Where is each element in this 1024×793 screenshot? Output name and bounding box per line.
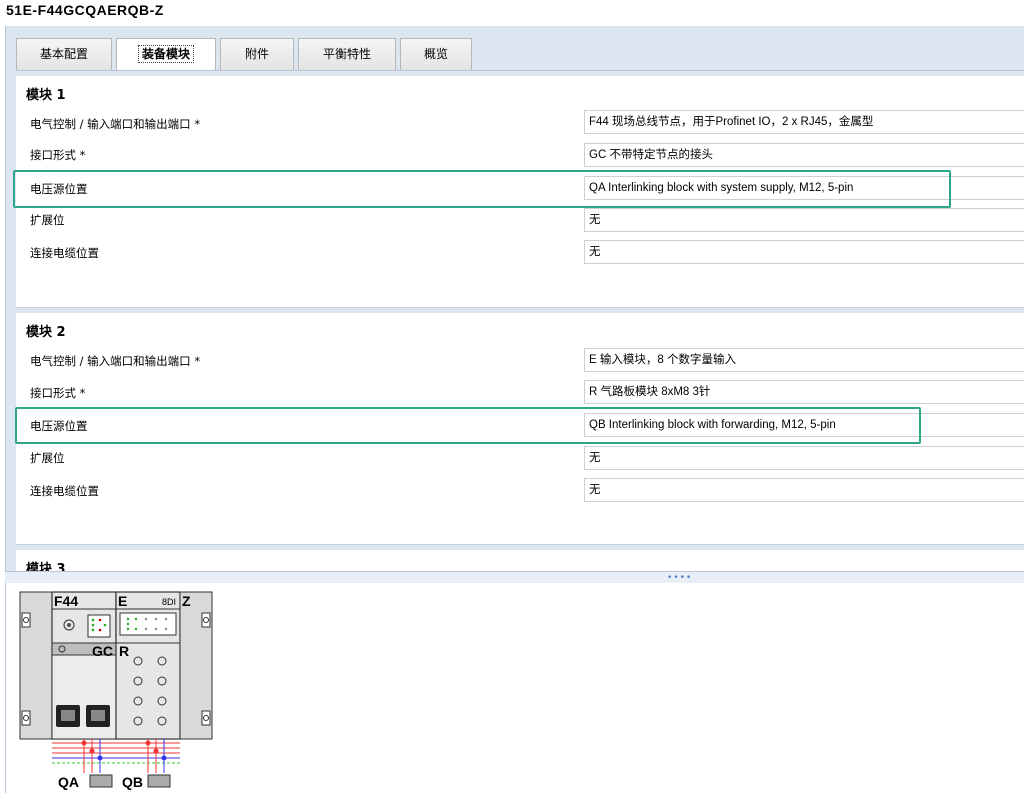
module-list[interactable]: 模块 1 电气控制 / 输入端口和输出端口 * F44 现场总线节点，用于Pro…: [16, 70, 1024, 571]
tab-basic-config[interactable]: 基本配置: [16, 38, 112, 70]
field-label-cable-position: 连接电缆位置: [30, 484, 99, 498]
module-title: 模块 3: [26, 562, 66, 571]
module-panel-2: 模块 2 电气控制 / 输入端口和输出端口 * E 输入模块，8 个数字量输入 …: [16, 313, 1024, 545]
module-label-gc: GC: [92, 643, 113, 659]
module-label-qa: QA: [58, 774, 79, 790]
field-value-extension[interactable]: 无: [584, 208, 1024, 232]
field-value-voltage-source[interactable]: QB Interlinking block with forwarding, M…: [584, 413, 1024, 437]
field-label-cable-position: 连接电缆位置: [30, 246, 99, 260]
device-preview: F44 E 8DI Z GC R QA QB: [5, 583, 1024, 793]
splitter-grip-icon[interactable]: ••••: [667, 574, 692, 583]
field-value-electrical-control[interactable]: E 输入模块，8 个数字量输入: [584, 348, 1024, 372]
module-label-qb: QB: [122, 774, 143, 790]
field-label-interface-type: 接口形式 *: [30, 148, 86, 162]
field-label-extension: 扩展位: [30, 451, 65, 465]
module-panel-3: 模块 3: [16, 550, 1024, 571]
tab-label: 附件: [244, 47, 269, 61]
field-value-cable-position[interactable]: 无: [584, 478, 1024, 502]
field-label-interface-type: 接口形式 *: [30, 386, 86, 400]
field-label-electrical-control: 电气控制 / 输入端口和输出端口 *: [30, 354, 201, 368]
configurator-window: 51E-F44GCQAERQB-Z 基本配置 装备模块 附件 平衡特性 概览 模…: [0, 0, 1024, 793]
module-panel-1: 模块 1 电气控制 / 输入端口和输出端口 * F44 现场总线节点，用于Pro…: [16, 76, 1024, 308]
field-label-voltage-source: 电压源位置: [30, 182, 88, 196]
tab-label: 装备模块: [137, 45, 194, 63]
tab-label: 基本配置: [39, 47, 88, 61]
tab-label: 平衡特性: [322, 47, 371, 61]
module-label-e-sub: 8DI: [162, 597, 177, 607]
field-value-voltage-source[interactable]: QA Interlinking block with system supply…: [584, 176, 1024, 200]
module-title: 模块 1: [26, 88, 66, 103]
field-value-extension[interactable]: 无: [584, 446, 1024, 470]
field-label-extension: 扩展位: [30, 213, 65, 227]
module-label-r: R: [119, 643, 130, 659]
module-label-f44: F44: [54, 593, 79, 609]
field-value-interface-type[interactable]: GC 不带特定节点的接头: [584, 143, 1024, 167]
module-label-z: Z: [182, 593, 191, 609]
tab-balance-characteristics[interactable]: 平衡特性: [298, 38, 396, 70]
tab-area: 基本配置 装备模块 附件 平衡特性 概览 模块 1 电气控制 / 输入端口和输出…: [5, 26, 1024, 571]
field-value-cable-position[interactable]: 无: [584, 240, 1024, 264]
tab-accessories[interactable]: 附件: [220, 38, 294, 70]
field-label-voltage-source: 电压源位置: [30, 419, 88, 433]
tab-overview[interactable]: 概览: [400, 38, 472, 70]
device-diagram: [19, 591, 213, 788]
tab-equip-modules[interactable]: 装备模块: [116, 38, 216, 71]
field-value-interface-type[interactable]: R 气路板模块 8xM8 3针: [584, 380, 1024, 404]
field-value-electrical-control[interactable]: F44 现场总线节点，用于Profinet IO，2 x RJ45，金属型: [584, 110, 1024, 134]
pane-splitter[interactable]: ••••: [5, 571, 1024, 583]
tab-label: 概览: [423, 47, 448, 61]
module-title: 模块 2: [26, 325, 66, 340]
field-label-electrical-control: 电气控制 / 输入端口和输出端口 *: [30, 117, 201, 131]
module-label-e: E: [118, 593, 128, 609]
page-title: 51E-F44GCQAERQB-Z: [6, 2, 164, 18]
